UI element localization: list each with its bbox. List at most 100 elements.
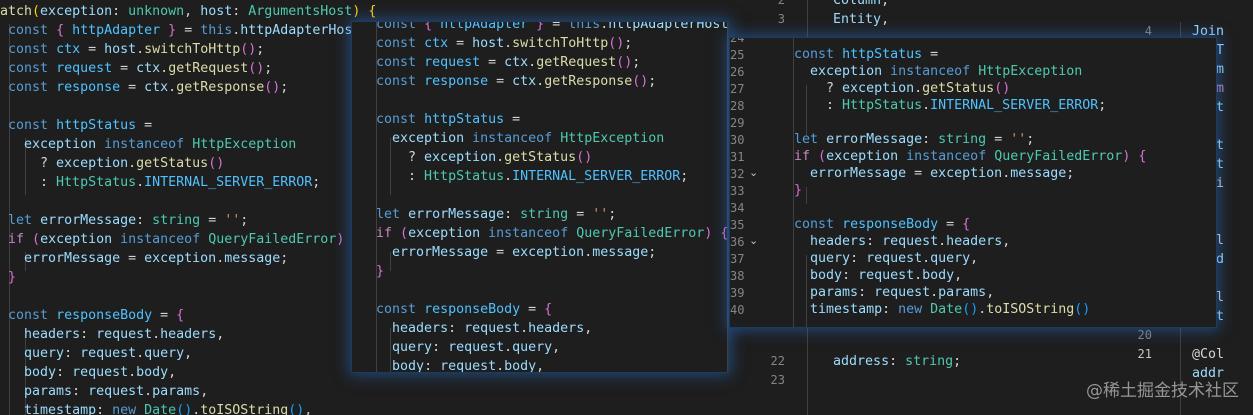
code-line[interactable]: : HttpStatus.INTERNAL_SERVER_ERROR; xyxy=(0,173,320,192)
code-line[interactable]: const response = ctx.getResponse(); xyxy=(368,72,656,91)
code-line[interactable]: let errorMessage: string = ''; xyxy=(0,211,248,230)
code-token: ctx xyxy=(144,80,169,95)
code-line[interactable]: body: request.body, xyxy=(0,363,176,382)
code-line[interactable]: if (exception instanceof QueryFailedErro… xyxy=(0,230,360,249)
code-line[interactable]: const ctx = host.switchToHttp(); xyxy=(0,40,264,59)
line-number: 27 xyxy=(730,82,745,96)
code-line[interactable]: exception instanceof HttpException xyxy=(0,135,296,154)
code-line[interactable]: errorMessage = exception.message; xyxy=(368,243,656,262)
fold-chevron-icon[interactable]: ⌄ xyxy=(749,234,758,247)
code-token: errorMessage xyxy=(392,245,489,260)
code-line[interactable]: } xyxy=(368,262,384,281)
code-line[interactable]: ? exception.getStatus() xyxy=(368,148,592,167)
code-token: exception xyxy=(810,64,883,79)
code-line[interactable]: @Col xyxy=(1176,345,1224,364)
code-line[interactable]: query: request.query, xyxy=(368,338,560,357)
code-line[interactable]: : HttpStatus.INTERNAL_SERVER_ERROR; xyxy=(778,97,1106,114)
code-line[interactable]: body: request.body, xyxy=(368,357,544,372)
code-line[interactable]: } xyxy=(778,182,802,199)
code-line[interactable]: let errorMessage: string = ''; xyxy=(368,205,616,224)
editor-pane-front[interactable]: ⌄ ⌄ 24 25 const httpStatus = 26 exception … xyxy=(730,38,1216,327)
code-line[interactable]: let errorMessage: string = ''; xyxy=(778,131,1034,148)
code-token: ; xyxy=(1098,98,1107,113)
line-number: 33 xyxy=(730,184,745,198)
code-line[interactable]: params: request.params, xyxy=(778,284,994,301)
code-line[interactable]: const request = ctx.getRequest(); xyxy=(368,53,640,72)
code-token: address xyxy=(833,354,890,369)
code-token: . xyxy=(128,365,137,380)
code-token: HttpException xyxy=(560,131,665,146)
code-line[interactable]: const ctx = host.switchToHttp(); xyxy=(368,34,632,53)
code-line[interactable]: ? exception.getStatus() xyxy=(0,154,224,173)
code-token: Date xyxy=(144,403,177,415)
code-line[interactable]: errorMessage = exception.message; xyxy=(778,165,1074,182)
code-line[interactable]: const response = ctx.getResponse(); xyxy=(0,78,288,97)
fold-chevron-icon[interactable]: ⌄ xyxy=(749,166,758,179)
code-token: . xyxy=(536,74,545,89)
code-token: string xyxy=(905,354,954,369)
code-token: = xyxy=(120,251,145,266)
code-line[interactable]: ? exception.getStatus() xyxy=(778,80,1010,97)
code-token: INTERNAL_SERVER_ERROR xyxy=(144,175,313,190)
code-line[interactable]: address: string; xyxy=(793,352,961,371)
code-token: let xyxy=(8,213,33,228)
code-line[interactable]: const httpStatus = xyxy=(778,46,938,63)
code-token: : xyxy=(889,354,906,369)
code-token: , xyxy=(954,268,963,283)
code-line[interactable]: exception instanceof HttpException xyxy=(368,129,664,148)
line-number: 40 xyxy=(730,303,745,317)
code-line[interactable]: headers: request.headers, xyxy=(778,233,1010,250)
code-line[interactable]: headers: request.headers, xyxy=(0,325,224,344)
editor-pane-peek[interactable]: const { httpAdapter } = this. httpAdapter… xyxy=(352,22,728,372)
code-line[interactable]: const responseBody = { xyxy=(0,306,184,325)
code-line[interactable]: timestamp: new Date().toISOString(), xyxy=(0,401,312,415)
code-line[interactable]: params: request.params, xyxy=(0,382,208,401)
code-line[interactable]: const { httpAdapter } = this.httpAdapter… xyxy=(0,21,368,40)
code-token: () xyxy=(208,156,225,171)
code-line[interactable]: } xyxy=(0,268,16,287)
code-line[interactable]: if (exception instanceof QueryFailedErro… xyxy=(368,224,728,243)
code-line[interactable]: headers: request.headers, xyxy=(368,319,592,338)
code-token: const xyxy=(8,23,49,38)
code-line[interactable]: const responseBody = { xyxy=(368,300,552,319)
code-token: params xyxy=(810,285,859,300)
code-line[interactable]: const request = ctx.getRequest(); xyxy=(0,59,272,78)
code-line[interactable]: const httpStatus = xyxy=(368,110,520,129)
code-line[interactable]: Entity, xyxy=(793,10,889,29)
code-token: } xyxy=(536,22,545,32)
line-number: 28 xyxy=(730,99,745,113)
code-line[interactable]: const responseBody = { xyxy=(778,216,970,233)
code-line[interactable]: atch(exception: unknown, host: Arguments… xyxy=(0,2,376,21)
code-line[interactable]: exception instanceof HttpException xyxy=(778,63,1082,80)
code-line[interactable]: timestamp: new Date().toISOString() xyxy=(778,301,1090,318)
code-token: @Col xyxy=(1192,347,1225,362)
code-line[interactable]: errorMessage = exception.message; xyxy=(0,249,288,268)
code-token: . xyxy=(914,81,923,96)
code-line[interactable]: const { httpAdapter } = this.httpAdapter… xyxy=(368,22,728,34)
code-line[interactable]: const httpStatus = xyxy=(0,116,152,135)
code-line[interactable]: body: request.body, xyxy=(778,267,962,284)
code-line[interactable]: : HttpStatus.INTERNAL_SERVER_ERROR; xyxy=(368,167,688,186)
code-token: this xyxy=(200,23,233,38)
code-token: headers xyxy=(946,234,1003,249)
code-line[interactable]: Column, xyxy=(793,0,889,10)
code-token: : xyxy=(112,4,129,19)
code-token: HttpStatus xyxy=(56,175,137,190)
code-token: QueryFailedError xyxy=(576,226,705,241)
code-token: body xyxy=(24,365,57,380)
code-line[interactable]: query: request.query, xyxy=(778,250,978,267)
code-token: () xyxy=(264,80,281,95)
code-line[interactable]: if (exception instanceof QueryFailedErro… xyxy=(778,148,1146,165)
code-token: = xyxy=(120,80,145,95)
line-number: 20 xyxy=(1137,328,1152,342)
code-line[interactable]: query: request.query, xyxy=(0,344,192,363)
